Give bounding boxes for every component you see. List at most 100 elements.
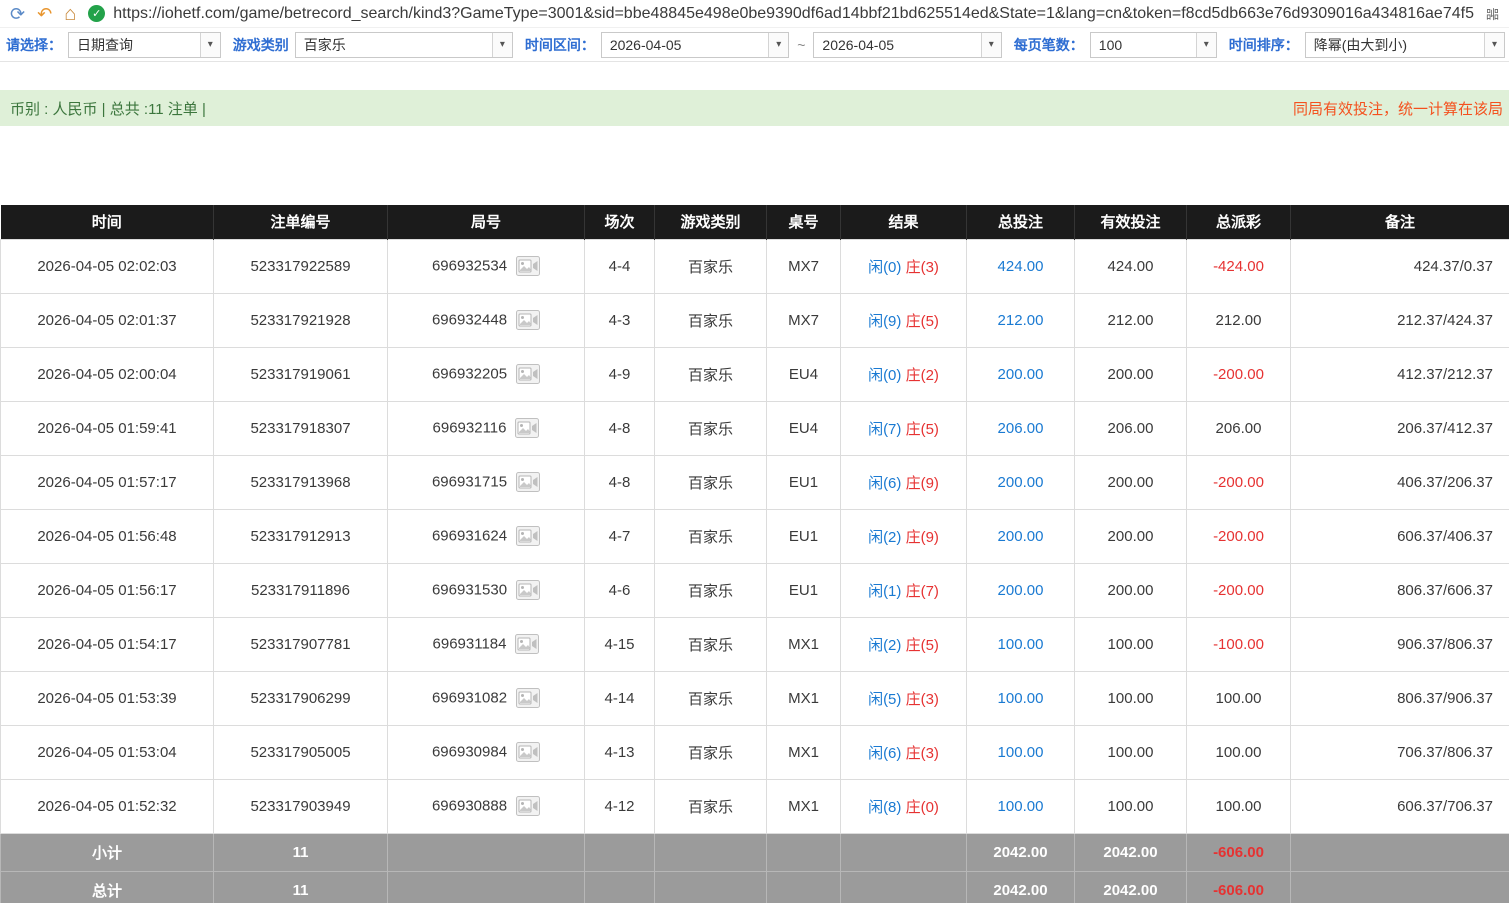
date-to-select[interactable]: 2026-04-05 ▾ bbox=[813, 32, 1001, 58]
footer-payout: -606.00 bbox=[1187, 871, 1291, 903]
cell-total-bet[interactable]: 200.00 bbox=[967, 563, 1075, 617]
cell-total-bet[interactable]: 200.00 bbox=[967, 455, 1075, 509]
chevron-down-icon[interactable]: ▾ bbox=[1196, 33, 1216, 57]
bet-record-row: 2026-04-05 01:56:17523317911896696931530… bbox=[1, 563, 1509, 617]
cell-payout: -200.00 bbox=[1187, 347, 1291, 401]
range-separator: ~ bbox=[797, 37, 805, 53]
cell-round-number: 696930888 bbox=[388, 779, 585, 833]
chevron-down-icon[interactable]: ▾ bbox=[768, 33, 788, 57]
cell-table-number: EU4 bbox=[767, 401, 841, 455]
footer-empty-cell bbox=[585, 833, 655, 871]
cell-time: 2026-04-05 02:01:37 bbox=[1, 293, 214, 347]
footer-payout: -606.00 bbox=[1187, 833, 1291, 871]
video-replay-icon[interactable] bbox=[516, 256, 540, 276]
cell-total-bet[interactable]: 100.00 bbox=[967, 671, 1075, 725]
round-number: 696932205 bbox=[432, 366, 507, 383]
round-number: 696931082 bbox=[432, 690, 507, 707]
page-size-select[interactable]: 100 ▾ bbox=[1090, 32, 1217, 58]
result-banker: 庄(9) bbox=[906, 529, 939, 546]
shield-check-glyph: ✓ bbox=[92, 7, 101, 20]
cell-round-number: 696931715 bbox=[388, 455, 585, 509]
cell-time: 2026-04-05 01:52:32 bbox=[1, 779, 214, 833]
column-header: 备注 bbox=[1291, 205, 1509, 239]
video-replay-icon[interactable] bbox=[516, 796, 540, 816]
cell-total-bet[interactable]: 200.00 bbox=[967, 509, 1075, 563]
valid-bet-notice: 同局有效投注，统一计算在该局 bbox=[1293, 98, 1503, 119]
cell-total-bet[interactable]: 424.00 bbox=[967, 239, 1075, 293]
video-replay-icon[interactable] bbox=[516, 310, 540, 330]
video-replay-icon[interactable] bbox=[516, 526, 540, 546]
bet-record-row: 2026-04-05 01:57:17523317913968696931715… bbox=[1, 455, 1509, 509]
video-replay-icon[interactable] bbox=[516, 364, 540, 384]
cell-payout: -200.00 bbox=[1187, 509, 1291, 563]
cell-round-number: 696932116 bbox=[388, 401, 585, 455]
footer-label: 总计 bbox=[1, 871, 214, 903]
site-security-icon[interactable]: ✓ bbox=[88, 5, 105, 22]
undo-icon[interactable]: ↶ bbox=[37, 5, 52, 23]
sort-order-select[interactable]: 降幂(由大到小) ▾ bbox=[1305, 32, 1505, 58]
chevron-down-icon[interactable]: ▾ bbox=[1484, 33, 1504, 57]
video-replay-icon[interactable] bbox=[516, 472, 540, 492]
chevron-down-icon[interactable]: ▾ bbox=[492, 33, 512, 57]
bet-record-row: 2026-04-05 01:53:04523317905005696930984… bbox=[1, 725, 1509, 779]
reload-icon[interactable]: ⟳ bbox=[10, 5, 25, 23]
cell-table-number: MX1 bbox=[767, 671, 841, 725]
result-player: 闲(2) bbox=[868, 529, 901, 546]
query-type-select[interactable]: 日期查询 ▾ bbox=[68, 32, 221, 58]
cell-total-bet[interactable]: 212.00 bbox=[967, 293, 1075, 347]
chevron-down-icon[interactable]: ▾ bbox=[981, 33, 1001, 57]
sort-order-label: 时间排序： bbox=[1229, 35, 1299, 55]
cell-session: 4-12 bbox=[585, 779, 655, 833]
game-category-select[interactable]: 百家乐 ▾ bbox=[295, 32, 513, 58]
bet-record-row: 2026-04-05 01:59:41523317918307696932116… bbox=[1, 401, 1509, 455]
cell-total-bet[interactable]: 100.00 bbox=[967, 779, 1075, 833]
result-banker: 庄(3) bbox=[906, 691, 939, 708]
cell-total-bet[interactable]: 100.00 bbox=[967, 617, 1075, 671]
cell-round-number: 696931530 bbox=[388, 563, 585, 617]
column-header: 有效投注 bbox=[1075, 205, 1187, 239]
cell-game-type: 百家乐 bbox=[655, 617, 767, 671]
cell-game-type: 百家乐 bbox=[655, 509, 767, 563]
video-replay-icon[interactable] bbox=[516, 688, 540, 708]
cell-bet-number: 523317921928 bbox=[214, 293, 388, 347]
video-replay-icon[interactable] bbox=[515, 418, 539, 438]
cell-total-bet[interactable]: 200.00 bbox=[967, 347, 1075, 401]
video-replay-icon[interactable] bbox=[516, 580, 540, 600]
video-replay-icon[interactable] bbox=[515, 634, 539, 654]
footer-total-bet: 2042.00 bbox=[967, 871, 1075, 903]
footer-total-bet: 2042.00 bbox=[967, 833, 1075, 871]
column-header: 桌号 bbox=[767, 205, 841, 239]
address-bar[interactable]: ✓ https://iohetf.com/game/betrecord_sear… bbox=[88, 5, 1474, 23]
footer-empty-cell bbox=[767, 833, 841, 871]
footer-empty-cell bbox=[841, 833, 967, 871]
home-icon[interactable]: ⌂ bbox=[64, 4, 76, 24]
cell-note: 412.37/212.37 bbox=[1291, 347, 1509, 401]
cell-result: 闲(0) 庄(2) bbox=[841, 347, 967, 401]
round-number: 696932448 bbox=[432, 312, 507, 329]
browser-extra-text: 嘂 bbox=[1486, 4, 1499, 23]
result-banker: 庄(5) bbox=[906, 421, 939, 438]
cell-note: 806.37/606.37 bbox=[1291, 563, 1509, 617]
cell-game-type: 百家乐 bbox=[655, 779, 767, 833]
cell-result: 闲(5) 庄(3) bbox=[841, 671, 967, 725]
footer-count: 11 bbox=[214, 833, 388, 871]
cell-note: 806.37/906.37 bbox=[1291, 671, 1509, 725]
footer-label: 小计 bbox=[1, 833, 214, 871]
video-replay-icon[interactable] bbox=[516, 742, 540, 762]
column-header: 结果 bbox=[841, 205, 967, 239]
records-section: 时间注单编号局号场次游戏类别桌号结果总投注有效投注总派彩备注 2026-04-0… bbox=[0, 205, 1509, 903]
url-text[interactable]: https://iohetf.com/game/betrecord_search… bbox=[113, 5, 1474, 23]
cell-note: 706.37/806.37 bbox=[1291, 725, 1509, 779]
footer-empty-cell bbox=[585, 871, 655, 903]
browser-chrome: ⟳ ↶ ⌂ ✓ https://iohetf.com/game/betrecor… bbox=[0, 0, 1509, 28]
cell-payout: 100.00 bbox=[1187, 725, 1291, 779]
cell-payout: 206.00 bbox=[1187, 401, 1291, 455]
cell-table-number: EU1 bbox=[767, 455, 841, 509]
cell-total-bet[interactable]: 100.00 bbox=[967, 725, 1075, 779]
cell-session: 4-8 bbox=[585, 455, 655, 509]
game-category-value: 百家乐 bbox=[296, 35, 354, 55]
date-from-select[interactable]: 2026-04-05 ▾ bbox=[601, 32, 789, 58]
chevron-down-icon[interactable]: ▾ bbox=[200, 33, 220, 57]
cell-total-bet[interactable]: 206.00 bbox=[967, 401, 1075, 455]
cell-game-type: 百家乐 bbox=[655, 293, 767, 347]
